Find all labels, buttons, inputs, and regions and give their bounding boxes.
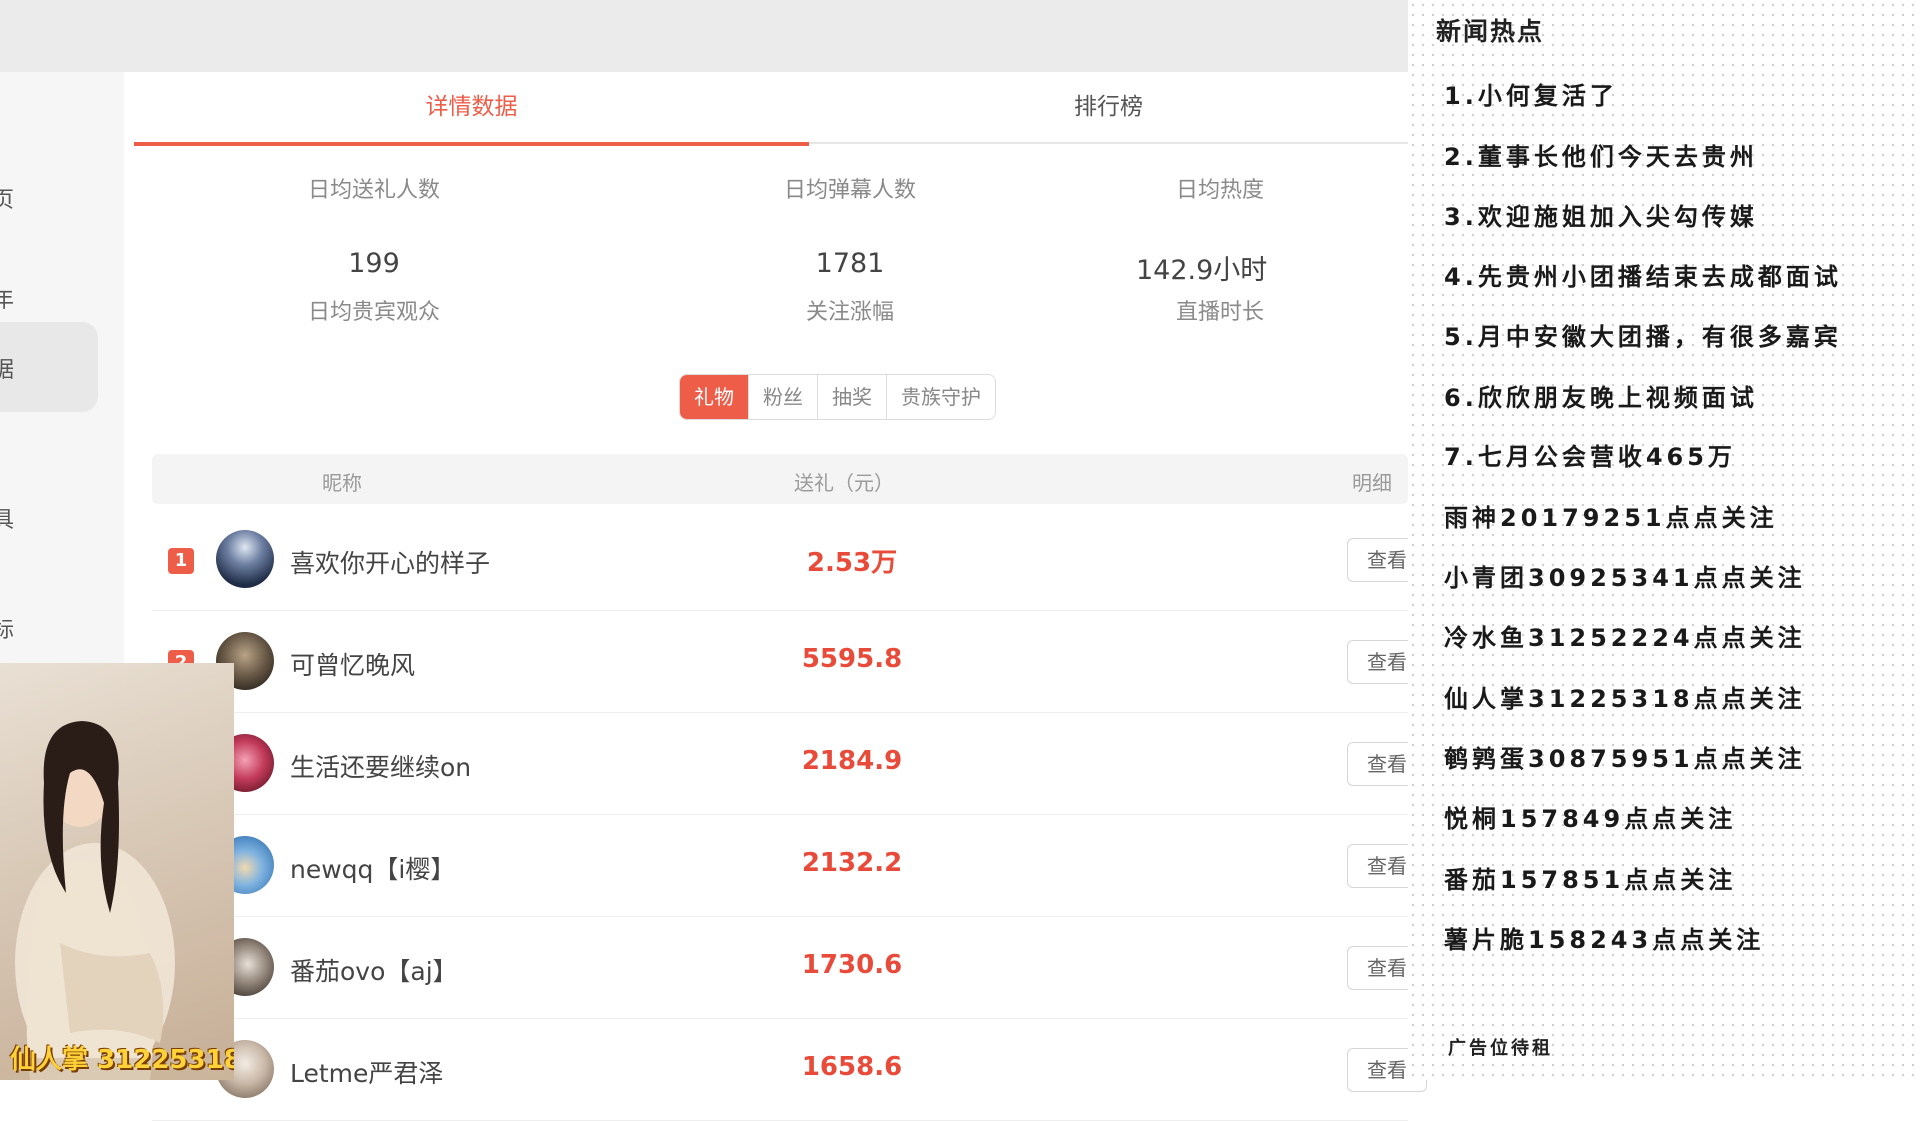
nickname: newqq【i樱】 bbox=[290, 855, 456, 884]
table-row: Letme严君泽 1658.6 查看 bbox=[152, 1018, 1427, 1121]
ad-placeholder: 广告位待租 bbox=[1448, 1038, 1553, 1059]
news-item: 番茄157851点点关注 bbox=[1444, 866, 1737, 894]
sidebar-item-label: 具 bbox=[0, 508, 15, 533]
stat-vip-viewers-label: 日均贵宾观众 bbox=[307, 300, 440, 325]
stat-daily-gifters-label: 日均送礼人数 bbox=[307, 178, 440, 203]
webcam-caption: 仙人掌 31225318 bbox=[10, 1045, 234, 1075]
filter-lottery[interactable]: 抽奖 bbox=[818, 375, 887, 419]
news-panel: 新闻热点 1.小何复活了 2.董事长他们今天去贵州 3.欢迎施姐加入尖勾传媒 4… bbox=[1408, 0, 1920, 1080]
gift-amount: 1730.6 bbox=[801, 950, 903, 980]
header-gift: 送礼（元） bbox=[794, 471, 894, 495]
table-row: 1 喜欢你开心的样子 2.53万 查看 bbox=[152, 508, 1427, 611]
sidebar-item-label: 据 bbox=[0, 358, 15, 383]
table-row: newqq【i樱】 2132.2 查看 bbox=[152, 814, 1427, 917]
sidebar-item-label: 页 bbox=[0, 188, 15, 213]
table-header: 昵称 送礼（元） 明细 bbox=[152, 454, 1408, 504]
gift-amount: 2132.2 bbox=[801, 848, 903, 878]
sidebar-item-label: 标 bbox=[0, 618, 15, 643]
header-detail: 明细 bbox=[1352, 471, 1392, 495]
news-item: 鹌鹑蛋30875951点点关注 bbox=[1444, 745, 1806, 773]
streamer-webcam-overlay: 仙人掌 31225318 bbox=[0, 663, 234, 1080]
filter-tabs: 礼物 粉丝 抽奖 贵族守护 bbox=[679, 374, 996, 420]
header-nickname: 昵称 bbox=[322, 471, 362, 495]
filter-noble-guard[interactable]: 贵族守护 bbox=[887, 375, 995, 419]
sidebar-item-1[interactable]: 页 bbox=[0, 152, 124, 242]
nickname: 番茄ovo【aj】 bbox=[290, 957, 458, 986]
news-item: 2.董事长他们今天去贵州 bbox=[1444, 143, 1758, 171]
news-item: 5.月中安徽大团播，有很多嘉宾 bbox=[1444, 323, 1842, 351]
nickname: 可曾忆晚风 bbox=[290, 651, 416, 680]
news-item: 4.先贵州小团播结束去成都面试 bbox=[1444, 263, 1842, 291]
news-item: 6.欣欣朋友晚上视频面试 bbox=[1444, 384, 1758, 412]
sidebar-item-4[interactable]: 具 bbox=[0, 472, 124, 562]
top-bar bbox=[0, 0, 1408, 72]
gift-amount: 5595.8 bbox=[801, 644, 903, 674]
tab-ranking[interactable]: 排行榜 bbox=[809, 72, 1408, 144]
gift-amount: 2.53万 bbox=[806, 548, 898, 578]
nickname: 生活还要继续on bbox=[290, 753, 472, 782]
nickname: Letme严君泽 bbox=[290, 1059, 444, 1088]
stat-live-hours-value: 142.9小时 bbox=[1136, 255, 1268, 286]
news-title: 新闻热点 bbox=[1436, 17, 1545, 46]
news-item: 小青团30925341点点关注 bbox=[1444, 564, 1806, 592]
stat-daily-danmaku-value: 1781 bbox=[815, 248, 885, 279]
rank-badge: 1 bbox=[168, 548, 194, 574]
sidebar-item-3-active[interactable]: 据 bbox=[0, 322, 98, 412]
filter-fans[interactable]: 粉丝 bbox=[749, 375, 818, 419]
stat-follow-growth-label: 关注涨幅 bbox=[805, 300, 894, 325]
main-panel: 详情数据 排行榜 日均送礼人数 199 日均贵宾观众 日均弹幕人数 1781 关… bbox=[124, 72, 1427, 1121]
news-item: 3.欢迎施姐加入尖勾传媒 bbox=[1444, 203, 1758, 231]
filter-gift[interactable]: 礼物 bbox=[680, 375, 749, 419]
news-item: 雨神20179251点点关注 bbox=[1444, 504, 1778, 532]
news-item: 1.小何复活了 bbox=[1444, 82, 1618, 110]
sidebar-item-5[interactable]: 标 bbox=[0, 582, 124, 672]
nickname: 喜欢你开心的样子 bbox=[290, 549, 491, 578]
news-item: 仙人掌31225318点点关注 bbox=[1444, 685, 1806, 713]
sidebar-item-label: 年 bbox=[0, 288, 15, 313]
gift-amount: 1658.6 bbox=[801, 1052, 903, 1082]
news-item: 薯片脆158243点点关注 bbox=[1444, 926, 1765, 954]
news-item: 7.七月公会营收465万 bbox=[1444, 443, 1736, 471]
tab-detail-data[interactable]: 详情数据 bbox=[134, 72, 809, 146]
streamer-figure bbox=[0, 721, 234, 1080]
gift-amount: 2184.9 bbox=[801, 746, 903, 776]
stat-daily-gifters-value: 199 bbox=[348, 248, 400, 279]
table-row: 生活还要继续on 2184.9 查看 bbox=[152, 712, 1427, 815]
table-row: 2 可曾忆晚风 5595.8 查看 bbox=[152, 610, 1427, 713]
table-row: 番茄ovo【aj】 1730.6 查看 bbox=[152, 916, 1427, 1019]
stat-daily-heat-label: 日均热度 bbox=[1176, 178, 1265, 203]
news-item: 冷水鱼31252224点点关注 bbox=[1444, 624, 1806, 652]
avatar bbox=[216, 530, 274, 588]
news-item: 悦桐157849点点关注 bbox=[1444, 805, 1737, 833]
stat-daily-danmaku-label: 日均弹幕人数 bbox=[783, 178, 916, 203]
stat-live-hours-label: 直播时长 bbox=[1176, 300, 1265, 325]
